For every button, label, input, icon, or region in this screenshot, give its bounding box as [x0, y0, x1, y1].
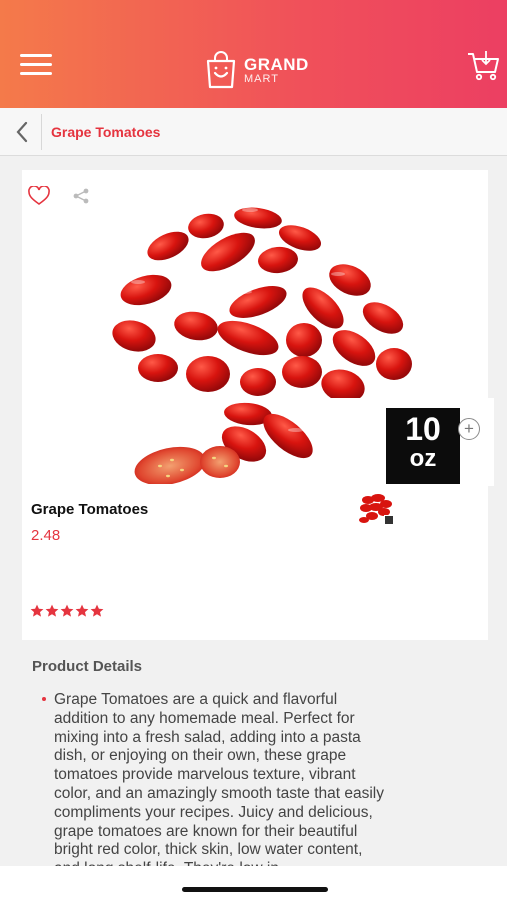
star-icon — [45, 604, 59, 617]
brand-subname: MART — [244, 72, 279, 85]
home-indicator[interactable] — [182, 887, 328, 892]
rating-stars — [30, 604, 104, 618]
bullet-icon — [42, 697, 46, 701]
product-name: Grape Tomatoes — [31, 501, 149, 518]
star-icon — [90, 604, 104, 617]
app-header: GRAND MART — [0, 0, 507, 108]
breadcrumb-divider — [41, 114, 42, 150]
home-indicator-area — [0, 866, 507, 900]
hamburger-menu-icon[interactable] — [20, 54, 52, 76]
size-value: 10 — [405, 411, 441, 447]
product-card: 10 oz + Grape Tomatoes 2.48 — [22, 170, 494, 640]
breadcrumb: Grape Tomatoes — [0, 108, 507, 156]
brand-logo[interactable]: GRAND MART — [204, 50, 309, 90]
star-icon — [75, 604, 89, 617]
brand-name: GRAND — [244, 54, 309, 74]
thumbnail-badge — [384, 515, 394, 525]
star-icon — [30, 604, 44, 617]
share-icon[interactable] — [72, 187, 90, 205]
product-description: Grape Tomatoes are a quick and flavorful… — [54, 691, 384, 866]
size-badge[interactable]: 10 oz — [386, 408, 460, 484]
breadcrumb-title: Grape Tomatoes — [51, 124, 161, 140]
size-unit: oz — [409, 445, 437, 472]
add-quantity-button[interactable]: + — [458, 418, 480, 440]
heart-outline-icon[interactable] — [28, 186, 50, 206]
product-price: 2.48 — [31, 527, 61, 544]
product-details-heading: Product Details — [32, 658, 143, 675]
star-icon — [60, 604, 74, 617]
shopping-bag-icon — [206, 51, 236, 89]
cart-icon[interactable] — [466, 48, 500, 82]
chevron-left-icon[interactable] — [10, 118, 36, 146]
